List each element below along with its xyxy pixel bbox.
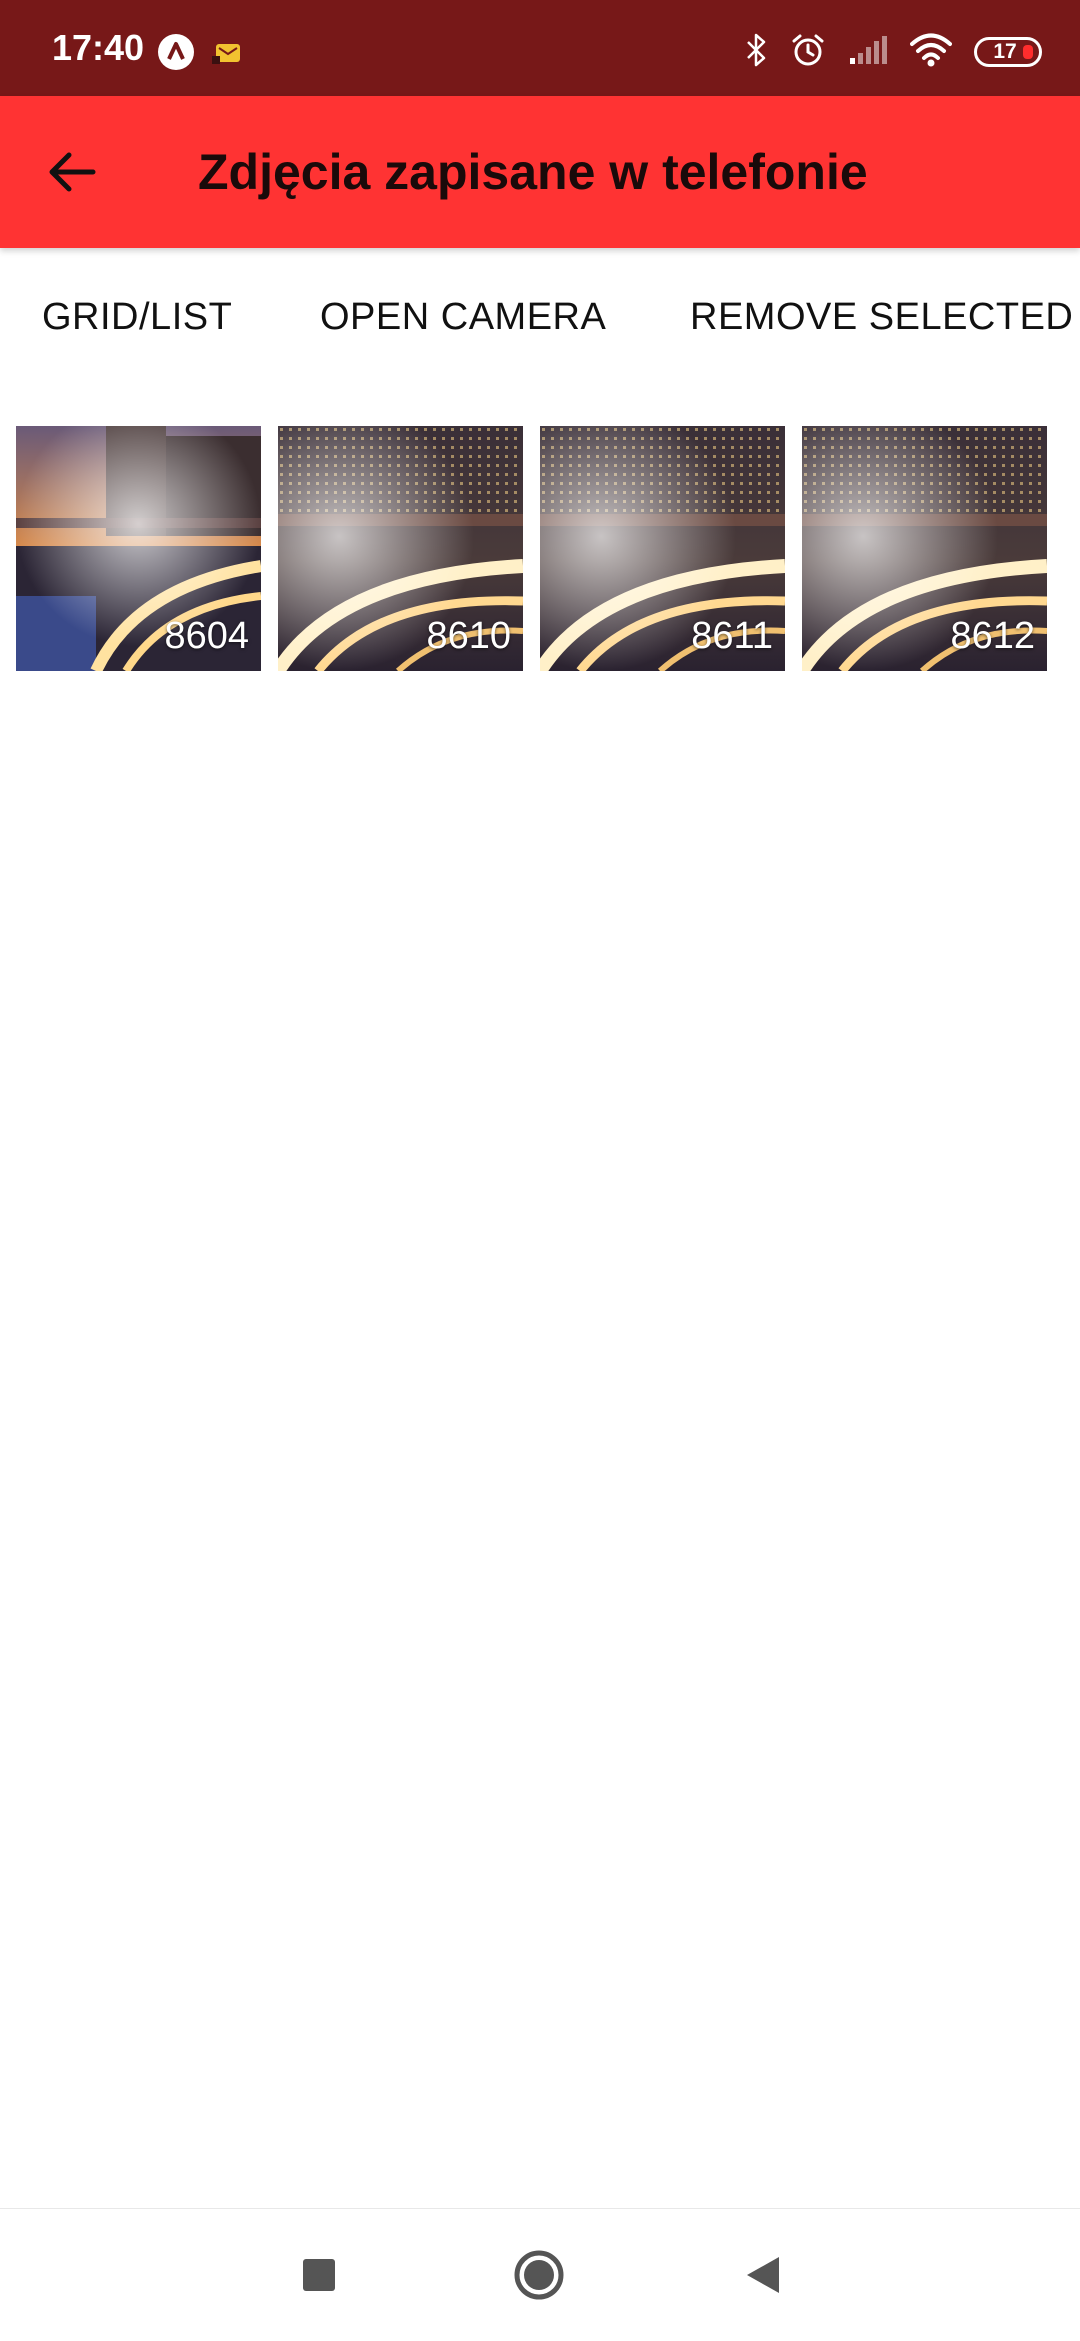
message-icon: [212, 36, 244, 68]
cell-signal-icon: [848, 34, 888, 71]
back-icon: [747, 2257, 779, 2293]
system-nav-bar: [0, 2208, 1080, 2341]
status-time: 17:40: [52, 27, 145, 68]
remove-selected-button[interactable]: REMOVE SELECTED: [690, 294, 1073, 340]
nav-back-button[interactable]: [726, 2239, 798, 2311]
status-bar: 17:40 17: [0, 0, 1080, 96]
photo-thumbnail[interactable]: 8612: [802, 426, 1047, 671]
photo-label: 8604: [164, 615, 249, 657]
photo-label: 8610: [426, 615, 511, 657]
alarm-icon: [790, 32, 826, 73]
home-icon: [514, 2250, 564, 2300]
page-title: Zdjęcia zapisane w telefonie: [198, 144, 868, 200]
photo-thumbnail[interactable]: 8604: [16, 426, 261, 671]
wifi-icon: [910, 33, 952, 72]
arrow-left-icon: [49, 152, 96, 192]
home-button[interactable]: [503, 2239, 575, 2311]
back-button[interactable]: [36, 136, 108, 208]
battery-icon: 17: [974, 37, 1042, 67]
photo-thumbnail[interactable]: 8611: [540, 426, 785, 671]
photo-label: 8611: [691, 615, 773, 657]
app-bar: Zdjęcia zapisane w telefonie: [0, 96, 1080, 248]
bluetooth-icon: [744, 32, 768, 73]
battery-level: 17: [993, 40, 1017, 63]
photo-grid: 8604 8610 8611 8612: [16, 426, 1066, 672]
action-toolbar: GRID/LIST OPEN CAMERA REMOVE SELECTED: [0, 282, 1080, 352]
photo-label: 8612: [950, 615, 1035, 657]
status-icons: 17: [744, 30, 1042, 74]
photo-thumbnail[interactable]: 8610: [278, 426, 523, 671]
open-camera-button[interactable]: OPEN CAMERA: [320, 294, 606, 340]
recents-button[interactable]: [283, 2239, 355, 2311]
recents-icon: [303, 2259, 335, 2291]
app-notification-icon: [158, 34, 194, 70]
grid-list-button[interactable]: GRID/LIST: [42, 294, 232, 340]
